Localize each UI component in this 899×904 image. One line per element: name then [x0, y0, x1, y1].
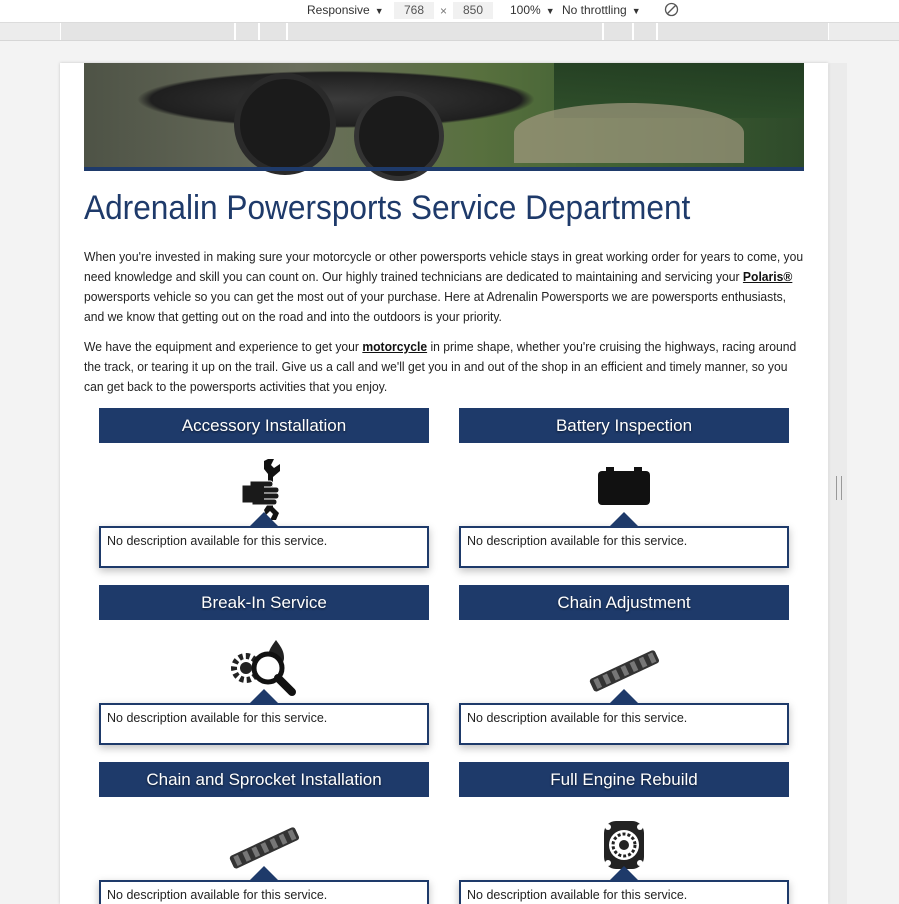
service-title[interactable]: Battery Inspection	[459, 408, 789, 443]
width-input[interactable]: 768	[394, 2, 434, 19]
service-title[interactable]: Chain and Sprocket Installation	[99, 762, 429, 797]
service-card[interactable]: Accessory Installation No description av…	[99, 408, 429, 568]
throttling-select[interactable]: No throttling ▼	[562, 3, 641, 17]
rotate-icon[interactable]	[664, 2, 679, 20]
zoom-select[interactable]: 100% ▼	[510, 3, 555, 17]
page-viewport: Adrenalin Powersports Service Department…	[60, 63, 828, 904]
device-select[interactable]: Responsive ▼	[307, 3, 384, 17]
intro-paragraph: When you're invested in making sure your…	[84, 247, 804, 327]
service-card[interactable]: Chain and Sprocket Installation No descr…	[99, 762, 429, 904]
service-description: No description available for this servic…	[459, 703, 789, 745]
device-toolbar: Responsive ▼ 768 × 850 100% ▼ No throttlin…	[0, 0, 899, 23]
battery-icon	[598, 467, 650, 505]
service-description: No description available for this servic…	[99, 703, 429, 745]
service-description: No description available for this servic…	[459, 880, 789, 904]
chain-icon	[229, 827, 300, 869]
service-card[interactable]: Break-In Service No description availabl…	[99, 585, 429, 745]
times-label: ×	[440, 4, 448, 18]
engine-icon	[604, 821, 644, 869]
hero-image	[84, 63, 804, 181]
service-card[interactable]: Battery Inspection No description availa…	[459, 408, 789, 568]
equipment-paragraph: We have the equipment and experience to …	[84, 337, 804, 397]
page-title: Adrenalin Powersports Service Department	[84, 189, 691, 227]
equipment-text-1: We have the equipment and experience to …	[84, 339, 363, 354]
hero-divider	[84, 167, 804, 171]
service-title[interactable]: Accessory Installation	[99, 408, 429, 443]
media-query-ruler[interactable]	[0, 23, 899, 41]
chain-icon	[589, 650, 660, 692]
service-title[interactable]: Break-In Service	[99, 585, 429, 620]
polaris-link[interactable]: Polaris®	[743, 269, 792, 284]
service-description: No description available for this servic…	[99, 880, 429, 904]
service-card[interactable]: Chain Adjustment No description availabl…	[459, 585, 789, 745]
device-label: Responsive	[307, 3, 370, 17]
service-description: No description available for this servic…	[459, 526, 789, 568]
service-title[interactable]: Full Engine Rebuild	[459, 762, 789, 797]
height-input[interactable]: 850	[453, 2, 493, 19]
intro-text-2: powersports vehicle so you can get the m…	[84, 289, 787, 324]
service-title[interactable]: Chain Adjustment	[459, 585, 789, 620]
zoom-label: 100%	[510, 3, 541, 17]
service-description: No description available for this servic…	[99, 526, 429, 568]
throttling-label: No throttling	[562, 3, 627, 17]
service-card[interactable]: Full Engine Rebuild No description avail…	[459, 762, 789, 904]
motorcycle-link[interactable]: motorcycle	[362, 339, 427, 354]
resize-handle[interactable]	[836, 476, 842, 500]
intro-text-1: When you're invested in making sure your…	[84, 249, 804, 284]
